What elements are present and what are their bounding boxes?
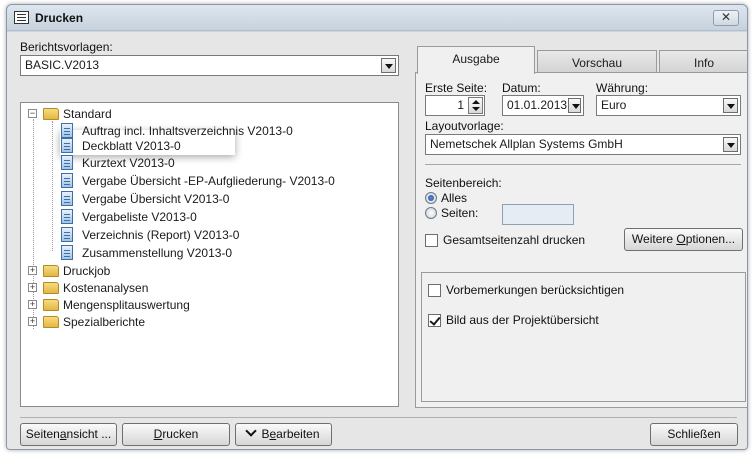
expand-icon[interactable]: + (28, 317, 37, 326)
tree-item-label: Vergabe Übersicht V2013-0 (82, 192, 230, 206)
layoutvorlage-value: Nemetschek Allplan Systems GmbH (430, 137, 623, 151)
erste-seite-value: 1 (457, 98, 464, 112)
print-dialog-icon (14, 11, 29, 24)
tab-ausgabe[interactable]: Ausgabe (417, 46, 535, 74)
berichtsvorlagen-select[interactable]: BASIC.V2013 (20, 55, 399, 76)
window-title: Drucken (35, 11, 84, 25)
radio-alles-label: Alles (441, 191, 468, 205)
weitere-optionen-mnemonic: O (676, 232, 686, 246)
tree-connector (33, 119, 34, 329)
divider (425, 164, 741, 165)
berichtsvorlagen-value: BASIC.V2013 (25, 58, 100, 72)
vorbemerkungen-label: Vorbemerkungen berücksichtigen (446, 283, 625, 297)
tree-folder-label: Kostenanalysen (63, 281, 149, 295)
folder-icon (43, 316, 59, 328)
options-group: Vorbemerkungen berücksichtigen Bild aus … (421, 272, 746, 402)
bild-label: Bild aus der Projektübersicht (446, 313, 599, 327)
tree-folder-label: Spezialberichte (63, 315, 146, 329)
waehrung-value: Euro (601, 98, 627, 112)
expand-icon[interactable]: + (28, 283, 37, 292)
chevron-down-icon[interactable] (723, 137, 738, 152)
chevron-down-icon (245, 425, 258, 437)
tree-connector (52, 121, 53, 251)
seitenansicht-text-1: Seiten (25, 427, 60, 441)
tree-folder-label: Druckjob (63, 264, 111, 278)
dialog-content: Berichtsvorlagen: BASIC.V2013 − Standard… (7, 32, 747, 449)
collapse-icon[interactable]: − (28, 109, 37, 118)
radio-alles[interactable] (425, 192, 437, 204)
calendar-dropdown-icon[interactable] (568, 98, 581, 113)
chevron-down-icon[interactable] (723, 98, 738, 113)
tree-item-label: Auftrag incl. Inhaltsverzeichnis V2013-0 (82, 124, 293, 138)
expand-icon[interactable]: + (28, 300, 37, 309)
report-doc-icon (61, 191, 73, 206)
gesamtseitenzahl-label: Gesamtseitenzahl drucken (443, 233, 586, 247)
radio-seiten[interactable] (425, 207, 437, 219)
report-doc-icon (61, 138, 73, 153)
ausgabe-panel: Erste Seite: Datum: Währung: 1 01.01.201… (415, 72, 747, 408)
seitenansicht-button[interactable]: Seitenansicht ... (20, 423, 117, 446)
vorbemerkungen-checkbox[interactable] (428, 284, 441, 297)
datum-field[interactable]: 01.01.2013 (502, 95, 584, 116)
tree-item-label: Kurztext V2013-0 (82, 156, 175, 170)
report-tree[interactable]: − Standard Auftrag incl. Inhaltsverzeich… (20, 102, 399, 407)
radio-seiten-label: Seiten: (441, 206, 479, 220)
layoutvorlage-select[interactable]: Nemetschek Allplan Systems GmbH (425, 134, 741, 155)
footer-divider (20, 417, 737, 418)
close-button[interactable]: ✕ (713, 10, 739, 26)
print-dialog: Drucken ✕ Berichtsvorlagen: BASIC.V2013 … (6, 4, 748, 450)
report-doc-icon (61, 245, 73, 260)
weitere-optionen-text-2: ptionen... (685, 232, 736, 246)
drucken-button[interactable]: Drucken (122, 423, 230, 446)
report-doc-icon (61, 155, 73, 170)
drucken-text: rucken (162, 427, 199, 441)
tree-folder-label: Standard (63, 107, 112, 121)
report-doc-icon (61, 173, 73, 188)
waehrung-select[interactable]: Euro (596, 95, 741, 116)
tree-item-label: Verzeichnis (Report) V2013-0 (82, 228, 240, 242)
tree-item-label: Deckblatt V2013-0 (82, 139, 181, 153)
folder-icon (43, 265, 59, 277)
gesamtseitenzahl-checkbox[interactable] (425, 234, 438, 247)
report-doc-icon (61, 123, 73, 138)
bearbeiten-button[interactable]: Bearbeiten (235, 423, 332, 446)
report-doc-icon (61, 227, 73, 242)
erste-seite-label: Erste Seite: (425, 81, 488, 95)
datum-value: 01.01.2013 (507, 98, 568, 112)
report-doc-icon (61, 209, 73, 224)
erste-seite-stepper[interactable]: 1 (425, 95, 485, 116)
chevron-down-icon[interactable] (381, 58, 396, 73)
tree-item-label: Zusammenstellung V2013-0 (82, 246, 233, 260)
expand-icon[interactable]: + (28, 266, 37, 275)
waehrung-label: Währung: (596, 81, 649, 95)
folder-icon (43, 108, 59, 120)
tree-item-label: Vergabeliste V2013-0 (82, 210, 197, 224)
seitenansicht-mnemonic: a (59, 427, 67, 441)
layoutvorlage-label: Layoutvorlage: (425, 119, 504, 133)
tree-folder-label: Mengensplitauswertung (63, 298, 190, 312)
spin-updown-icon[interactable] (468, 97, 483, 114)
datum-label: Datum: (502, 81, 541, 95)
tree-item-label: Vergabe Übersicht -EP-Aufgliederung- V20… (82, 174, 335, 188)
bearbeiten-text-2: arbeiten (276, 427, 320, 441)
folder-icon (43, 299, 59, 311)
berichtsvorlagen-label: Berichtsvorlagen: (20, 40, 113, 54)
drucken-mnemonic: D (153, 427, 163, 441)
folder-icon (43, 282, 59, 294)
seitenbereich-label: Seitenbereich: (425, 176, 502, 190)
seiten-input[interactable] (502, 204, 574, 225)
bild-checkbox[interactable] (428, 314, 441, 327)
schliessen-button[interactable]: Schließen (650, 423, 738, 446)
weitere-optionen-text-1: Weitere (631, 232, 677, 246)
weitere-optionen-button[interactable]: Weitere Optionen... (624, 228, 743, 251)
title-bar: Drucken ✕ (7, 5, 747, 31)
seitenansicht-text-2: nsicht ... (66, 427, 112, 441)
